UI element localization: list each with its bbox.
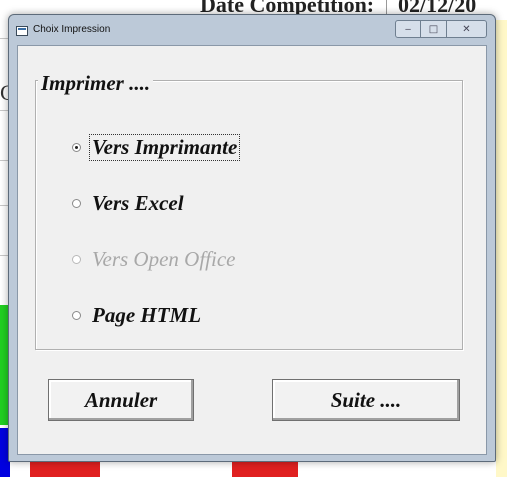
radio-label-open-office: Vers Open Office: [92, 247, 236, 271]
minimize-button[interactable]: ‒: [395, 20, 421, 38]
radio-unchecked-icon[interactable]: [72, 199, 81, 208]
print-choice-dialog: Choix Impression ‒ □ ✕ Imprimer .... Ver…: [8, 14, 496, 462]
radio-open-office: Vers Open Office: [72, 247, 237, 272]
bg-green-strip: [0, 305, 8, 425]
bg-yellow-strip: [496, 20, 507, 477]
caption-buttons: ‒ □ ✕: [395, 20, 487, 38]
dialog-client-area: Imprimer .... Vers Imprimante Vers Excel…: [17, 45, 487, 455]
radio-checked-icon[interactable]: [72, 143, 81, 152]
bg-red-block: [30, 462, 100, 477]
radio-html[interactable]: Page HTML: [72, 303, 203, 328]
close-icon: ✕: [462, 23, 471, 35]
title-bar[interactable]: Choix Impression ‒ □ ✕: [9, 15, 495, 45]
cancel-button[interactable]: Annuler: [48, 379, 194, 421]
minimize-icon: ‒: [404, 23, 412, 35]
next-button[interactable]: Suite ....: [272, 379, 460, 421]
radio-unchecked-icon[interactable]: [72, 311, 81, 320]
maximize-button[interactable]: □: [421, 20, 447, 38]
radio-disabled-icon: [72, 255, 81, 264]
radio-label-excel[interactable]: Vers Excel: [90, 191, 186, 216]
radio-printer[interactable]: Vers Imprimante: [72, 134, 241, 161]
radio-label-printer[interactable]: Vers Imprimante: [88, 134, 241, 161]
radio-excel[interactable]: Vers Excel: [72, 191, 186, 216]
print-target-group: Imprimer .... Vers Imprimante Vers Excel…: [35, 71, 463, 350]
window-title: Choix Impression: [33, 24, 111, 35]
bg-red-block: [232, 462, 298, 477]
close-button[interactable]: ✕: [447, 20, 487, 38]
maximize-icon: □: [428, 23, 439, 35]
group-legend: Imprimer ....: [38, 71, 154, 96]
radio-label-html[interactable]: Page HTML: [90, 303, 203, 328]
window-app-icon: [16, 26, 28, 36]
